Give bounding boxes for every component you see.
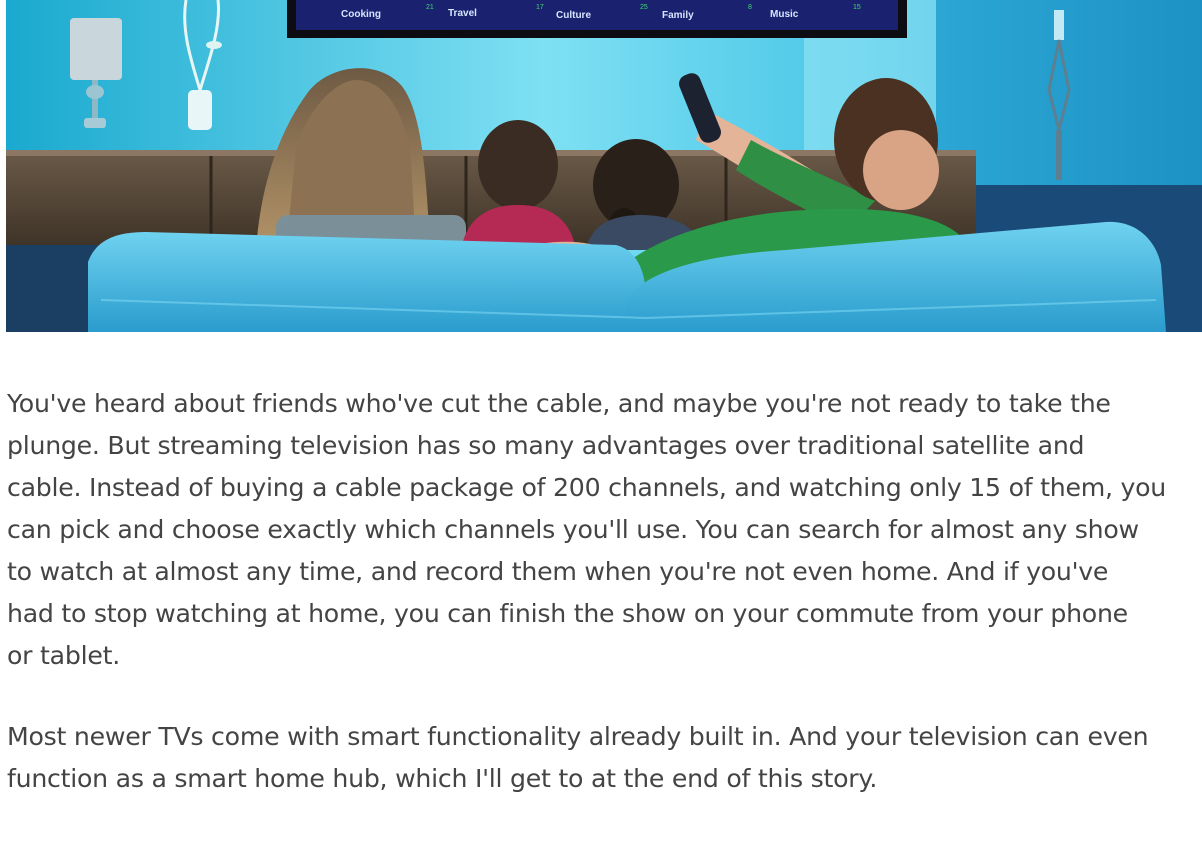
text-line: plunge. But streaming television has so … [7,431,1085,460]
hero-image-family-watching-tv: Cooking 21 Travel 17 Culture 25 Family 8… [6,0,1202,332]
text-line: to watch at almost any time, and record … [7,557,1109,586]
text-line: function as a smart home hub, which I'll… [7,764,878,793]
article-body: You've heard about friends who've cut th… [7,383,1202,839]
tv-menu-item: Cooking [341,9,381,20]
tv-menu-item: Music [770,9,799,20]
text-line: Most newer TVs come with smart functiona… [7,722,1149,751]
tv-menu-count: 17 [536,4,544,11]
tv-menu-count: 21 [426,4,434,11]
tv-menu-count: 15 [853,4,861,11]
tv-menu-count: 25 [640,4,648,11]
article-paragraph: You've heard about friends who've cut th… [7,383,1202,677]
tv-menu-item: Travel [448,8,477,19]
article-paragraph: Most newer TVs come with smart functiona… [7,716,1202,800]
text-line: or tablet. [7,641,120,670]
tv-menu-count: 8 [748,4,752,11]
text-line: You've heard about friends who've cut th… [7,389,1111,418]
article-page: Cooking 21 Travel 17 Culture 25 Family 8… [0,0,1202,844]
text-line: can pick and choose exactly which channe… [7,515,1139,544]
text-line: cable. Instead of buying a cable package… [7,473,1167,502]
text-line: had to stop watching at home, you can fi… [7,599,1128,628]
tv-menu-item: Culture [556,10,591,21]
tv-menu-item: Family [662,10,694,21]
